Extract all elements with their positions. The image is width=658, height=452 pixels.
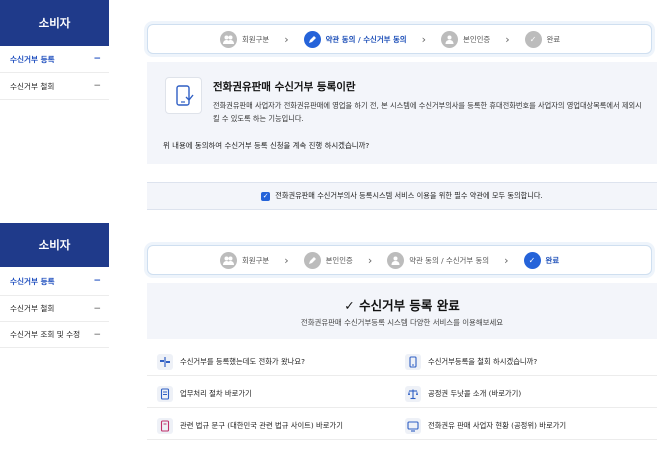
collapse-marker: −: [93, 54, 101, 64]
step-label: 완료: [545, 255, 560, 265]
complete-subtitle: 전화권유판매 수신거부등록 시스템 다양한 서비스를 이용해보세요: [300, 318, 504, 327]
link-label: 수신거부를 등록했는데도 전화가 왔나요?: [180, 356, 305, 366]
collapse-marker: −: [93, 329, 101, 340]
terms-agree-row[interactable]: ✓ 전화권유판매 수신거부의사 등록시스템 서비스 이용을 위한 필수 약관에 …: [147, 182, 657, 210]
quick-links-row: 관련 법규 문구 (대한민국 관련 법규 사이트) 바로가기 전화권유 판매 사…: [147, 412, 657, 440]
document-icon: [157, 385, 173, 402]
collapse-marker: −: [93, 81, 101, 91]
chevron-right-icon: ›: [284, 32, 289, 46]
step-member-type: 회원구분: [220, 30, 270, 48]
step-verify: 본인인증: [303, 251, 353, 269]
step-label: 약관 동의 / 수신거부 동의: [409, 255, 490, 265]
quick-links-row: 업무처리 절차 바로가기 공정권 두낫콜 소개 (바로가기): [147, 380, 657, 408]
phone-icon: [405, 353, 421, 370]
intro-panel: 전화권유판매 수신거부 등록이란 전화권유판매 사업자가 전화권유판매에 영업을…: [147, 62, 657, 164]
step-label: 본인인증: [325, 255, 353, 265]
chevron-right-icon: ›: [284, 253, 289, 267]
monitor-icon: [405, 417, 421, 434]
link-procedure[interactable]: 업무처리 절차 바로가기: [147, 380, 402, 407]
step-member-type: 회원구분: [220, 251, 270, 269]
link-donotcall-intro[interactable]: 공정권 두낫콜 소개 (바로가기): [402, 380, 657, 407]
bottom-sidebar: 소비자 수신거부 등록 − 수신거부 철회 − 수신거부 조회 및 수정 −: [0, 223, 109, 348]
users-icon: [220, 30, 237, 48]
bottom-step-progress: 회원구분 › 본인인증 › 약관 동의 / 수신거부 동의 › ✓ 완료: [147, 245, 652, 275]
link-label: 관련 법규 문구 (대한민국 관련 법규 사이트) 바로가기: [180, 420, 343, 430]
step-label: 완료: [546, 34, 561, 44]
person-icon: [387, 251, 405, 269]
complete-title: ✓ 수신거부 등록 완료: [147, 295, 657, 314]
users-icon: [220, 251, 237, 269]
chevron-right-icon: ›: [504, 253, 509, 267]
sidebar-item-withdraw[interactable]: 수신거부 철회 −: [0, 296, 109, 322]
sidebar-item-label: 수신거부 등록: [10, 54, 55, 64]
continue-question: 위 내용에 동의하여 수신거부 등록 신청을 계속 진행 하시겠습니까?: [163, 141, 370, 150]
link-business-status[interactable]: 전화권유 판매 사업자 현황 (공정위) 바로가기: [402, 412, 657, 439]
phone-icon: [165, 77, 202, 114]
top-step-progress: 회원구분 › 약관 동의 / 수신거부 동의 › 본인인증 › ✓ 완료: [147, 24, 652, 54]
chevron-right-icon: ›: [367, 253, 373, 267]
complete-panel: ✓ 수신거부 등록 완료 전화권유판매 수신거부등록 시스템 다양한 서비스를 …: [147, 283, 657, 339]
pencil-icon: [303, 251, 321, 269]
check-icon: ✓: [524, 30, 542, 48]
step-label: 본인인증: [463, 34, 491, 44]
sidebar-title: 소비자: [0, 0, 109, 46]
link-label: 업무처리 절차 바로가기: [180, 388, 252, 398]
collapse-marker: −: [93, 303, 101, 314]
checkmark-icon: ✓: [344, 298, 355, 313]
link-label: 전화권유 판매 사업자 현황 (공정위) 바로가기: [428, 420, 567, 430]
step-complete: ✓ 완료: [523, 251, 560, 269]
step-label: 회원구분: [242, 255, 270, 265]
signpost-icon: [157, 353, 173, 370]
check-icon: ✓: [523, 251, 541, 269]
sidebar-item-label: 수신거부 철회: [10, 304, 55, 313]
sidebar-item-label: 수신거부 철회: [10, 81, 55, 91]
link-still-called[interactable]: 수신거부를 등록했는데도 전화가 왔나요?: [147, 348, 402, 375]
step-terms-agree: 약관 동의 / 수신거부 동의: [387, 251, 490, 269]
step-complete: ✓ 완료: [524, 30, 561, 48]
sidebar-item-lookup[interactable]: 수신거부 조회 및 수정 −: [0, 322, 109, 348]
step-terms-agree: 약관 동의 / 수신거부 동의: [303, 30, 407, 48]
sidebar-item-label: 수신거부 등록: [10, 276, 55, 286]
link-label: 공정권 두낫콜 소개 (바로가기): [428, 388, 522, 398]
scale-icon: [405, 385, 421, 402]
intro-description: 전화권유판매 사업자가 전화권유판매에 영업을 하기 전, 본 시스템에 수신거…: [213, 101, 642, 123]
step-label: 약관 동의 / 수신거부 동의: [325, 34, 407, 44]
quick-links-row: 수신거부를 등록했는데도 전화가 왔나요? 수신거부등록을 철회 하시겠습니까?: [147, 348, 657, 376]
sidebar-item-register[interactable]: 수신거부 등록 −: [0, 46, 109, 73]
link-related-law[interactable]: 관련 법규 문구 (대한민국 관련 법규 사이트) 바로가기: [147, 412, 402, 439]
sidebar-item-register[interactable]: 수신거부 등록 −: [0, 267, 109, 296]
sidebar-item-label: 수신거부 조회 및 수정: [10, 330, 81, 339]
link-withdraw[interactable]: 수신거부등록을 철회 하시겠습니까?: [402, 348, 657, 375]
complete-title-text: 수신거부 등록 완료: [359, 298, 460, 313]
chevron-right-icon: ›: [505, 32, 510, 46]
terms-agree-checkbox[interactable]: ✓: [261, 191, 271, 201]
step-label: 회원구분: [242, 34, 270, 44]
terms-agree-label: 전화권유판매 수신거부의사 등록시스템 서비스 이용을 위한 필수 약관에 모두…: [275, 191, 543, 200]
top-sidebar: 소비자 수신거부 등록 − 수신거부 철회 −: [0, 0, 109, 100]
person-icon: [441, 30, 459, 48]
chevron-right-icon: ›: [421, 32, 427, 46]
link-label: 수신거부등록을 철회 하시겠습니까?: [428, 356, 538, 366]
collapse-marker: −: [93, 276, 101, 286]
book-icon: [157, 417, 173, 434]
pencil-icon: [303, 30, 321, 48]
sidebar-title: 소비자: [0, 223, 109, 267]
intro-title: 전화권유판매 수신거부 등록이란: [213, 81, 356, 93]
step-verify: 본인인증: [441, 30, 491, 48]
sidebar-item-withdraw[interactable]: 수신거부 철회 −: [0, 73, 109, 100]
